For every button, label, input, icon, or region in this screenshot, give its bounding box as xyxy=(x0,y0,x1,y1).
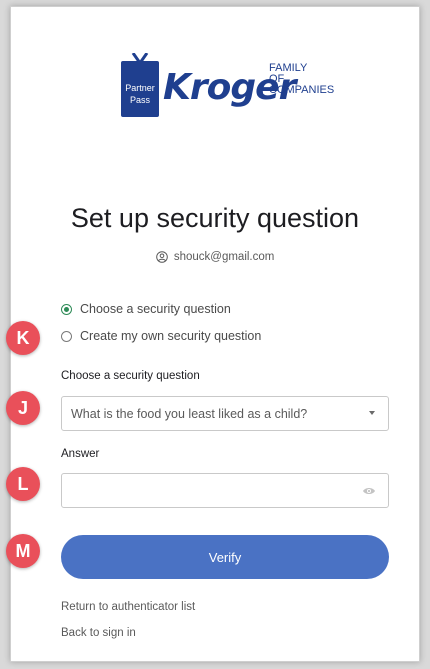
family-line-3: COMPANIES xyxy=(269,84,335,96)
answer-input[interactable] xyxy=(61,473,389,508)
user-identifier: shouck@gmail.com xyxy=(11,251,419,263)
security-question-value: What is the food you least liked as a ch… xyxy=(71,406,308,421)
security-question-select[interactable]: What is the food you least liked as a ch… xyxy=(61,396,389,431)
create-question-radio[interactable] xyxy=(61,330,72,342)
choose-question-option[interactable]: Choose a security question xyxy=(61,301,231,317)
page-title: Set up security question xyxy=(70,203,360,233)
caret-down-icon xyxy=(369,411,375,415)
question-field-label: Choose a security question xyxy=(61,370,200,382)
user-email: shouck@gmail.com xyxy=(173,251,275,263)
answer-field-label: Answer xyxy=(61,448,100,460)
family-of-companies-text: FAMILY OF COMPANIES xyxy=(269,63,334,96)
signin-card: Partner Pass Kroger FAMILY OF COMPANIES … xyxy=(10,6,420,662)
back-to-sign-in-link[interactable]: Back to sign in xyxy=(61,627,136,639)
partner-pass-top-text: Partner xyxy=(125,83,155,93)
annotation-marker-m: M xyxy=(6,534,40,568)
return-to-authenticator-link[interactable]: Return to authenticator list xyxy=(61,601,195,613)
create-question-option[interactable]: Create my own security question xyxy=(61,328,261,344)
choose-question-radio[interactable] xyxy=(61,303,72,315)
choose-question-label: Choose a security question xyxy=(80,302,231,316)
partner-pass-clip-icon xyxy=(131,53,149,67)
partner-pass-badge: Partner Pass xyxy=(121,53,159,117)
create-question-label: Create my own security question xyxy=(80,329,262,343)
eye-icon[interactable] xyxy=(362,486,376,496)
kroger-logo: Partner Pass Kroger FAMILY OF COMPANIES xyxy=(121,53,351,125)
user-circle-icon xyxy=(155,251,168,263)
partner-pass-bottom-text: Pass xyxy=(129,95,150,105)
verify-button[interactable]: Verify xyxy=(61,535,389,579)
annotation-marker-j: J xyxy=(6,391,40,425)
annotation-marker-k: K xyxy=(6,321,40,355)
annotation-marker-l: L xyxy=(6,467,40,501)
